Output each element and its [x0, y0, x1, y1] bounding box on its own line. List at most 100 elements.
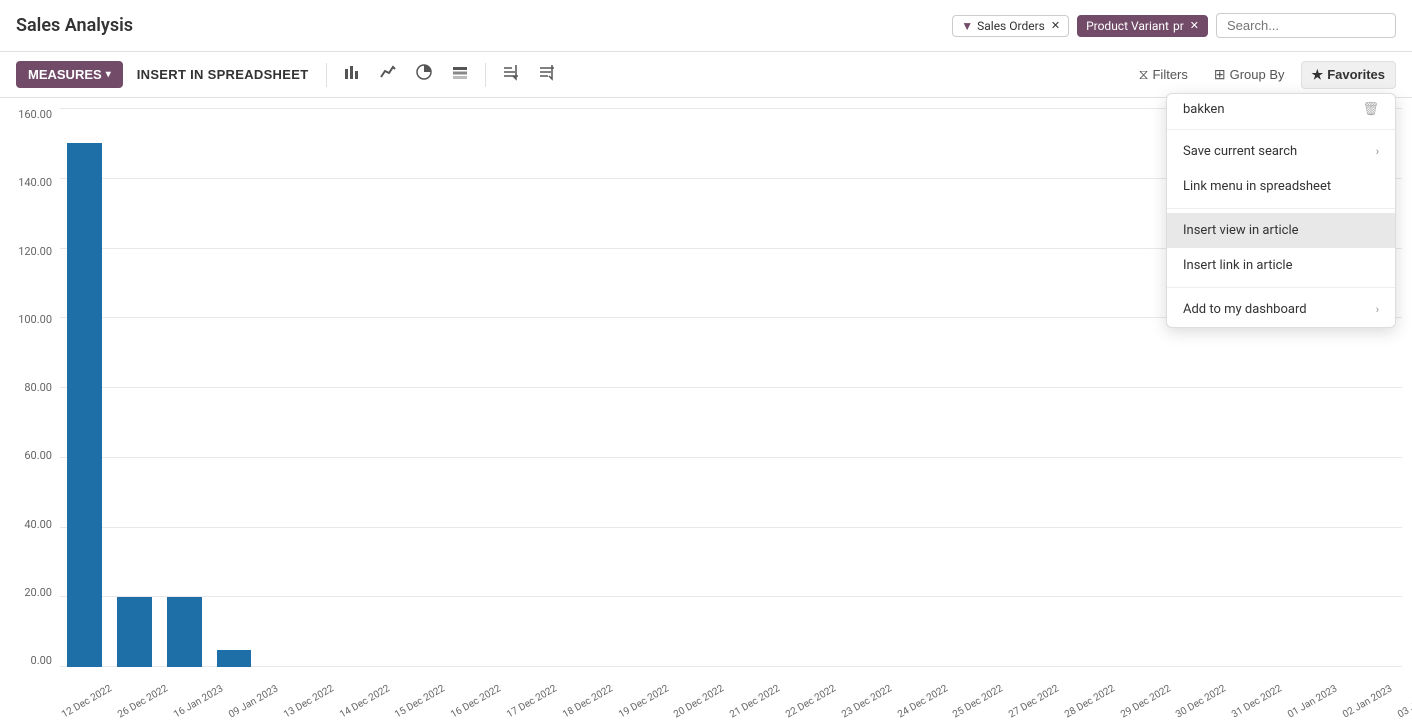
x-axis-label: 12 Dec 2022 [60, 683, 114, 720]
group-by-icon: ⊞ [1214, 66, 1226, 83]
bar[interactable] [117, 597, 152, 667]
insert-link-article-item[interactable]: Insert link in article [1167, 248, 1395, 283]
measures-button[interactable]: MEASURES ▾ [16, 61, 123, 88]
x-axis-label: 18 Dec 2022 [561, 683, 615, 720]
link-menu-spreadsheet-item[interactable]: Link menu in spreadsheet [1167, 169, 1395, 204]
insert-label: INSERT IN SPREADSHEET [137, 67, 309, 82]
bar-slot [607, 108, 657, 667]
stack-chart-button[interactable] [445, 59, 475, 90]
bar-slot [1054, 108, 1104, 667]
bar-slot [259, 108, 309, 667]
bar-slot [656, 108, 706, 667]
x-axis-label: 16 Jan 2023 [172, 683, 225, 720]
bar[interactable] [67, 143, 102, 667]
pie-chart-icon [415, 63, 433, 86]
bar-slot [1104, 108, 1154, 667]
bar-slot [955, 108, 1005, 667]
x-axis-label: 17 Dec 2022 [505, 683, 559, 720]
measures-label: MEASURES [28, 67, 102, 82]
toolbar: MEASURES ▾ INSERT IN SPREADSHEET [0, 52, 1412, 98]
bar-slot [507, 108, 557, 667]
toolbar-right: ⧖ Filters ⊞ Group By ★ Favorites bakken … [1129, 61, 1396, 89]
x-axis-label: 22 Dec 2022 [784, 683, 838, 720]
favorites-button[interactable]: ★ Favorites [1301, 61, 1396, 89]
x-axis-label: 02 Jan 2023 [1341, 683, 1394, 720]
x-axis-label: 20 Dec 2022 [672, 683, 726, 720]
line-chart-button[interactable] [373, 59, 403, 90]
bar-slot [458, 108, 508, 667]
sort-descending-button[interactable] [532, 59, 562, 90]
bar-slot [309, 108, 359, 667]
bar[interactable] [167, 597, 202, 667]
insert-view-article-label: Insert view in article [1183, 223, 1299, 238]
bar-chart-button[interactable] [337, 59, 367, 90]
filter-chip-close-sales-orders[interactable]: ✕ [1051, 19, 1060, 32]
sort-descending-icon [538, 63, 556, 86]
filter-chip-product-variant[interactable]: Product Variant pr ✕ [1077, 15, 1208, 37]
add-dashboard-item[interactable]: Add to my dashboard › [1167, 292, 1395, 327]
y-axis-label: 120.00 [18, 245, 52, 258]
filter-chip-label: Sales Orders [977, 19, 1045, 33]
bar-slot [358, 108, 408, 667]
y-axis: 160.00140.00120.00100.0080.0060.0040.002… [0, 108, 58, 667]
bar-slot [557, 108, 607, 667]
x-axis-label: 31 Dec 2022 [1230, 683, 1284, 720]
header: Sales Analysis ▼ Sales Orders ✕ Product … [0, 0, 1412, 52]
y-axis-label: 80.00 [24, 381, 52, 394]
filter-icon: ▼ [961, 19, 973, 33]
product-variant-label: Product Variant [1086, 19, 1169, 33]
star-icon: ★ [1312, 67, 1324, 83]
y-axis-label: 140.00 [18, 176, 52, 189]
save-current-search-chevron-icon: › [1376, 145, 1379, 158]
save-current-search-label: Save current search [1183, 144, 1297, 159]
add-dashboard-label: Add to my dashboard [1183, 302, 1307, 317]
x-axis-label: 29 Dec 2022 [1119, 683, 1173, 720]
x-axis-label: 25 Dec 2022 [951, 683, 1005, 720]
x-axis-label: 19 Dec 2022 [617, 683, 671, 720]
x-axis-label: 26 Dec 2022 [116, 683, 170, 720]
y-axis-label: 160.00 [18, 108, 52, 121]
group-by-button[interactable]: ⊞ Group By [1204, 61, 1295, 88]
saved-search-label: bakken [1183, 102, 1225, 117]
bar-slot [905, 108, 955, 667]
bar-slot [706, 108, 756, 667]
saved-search-item[interactable]: bakken 🗑 [1167, 94, 1395, 125]
y-axis-label: 20.00 [24, 586, 52, 599]
x-axis-label: 13 Dec 2022 [282, 683, 336, 720]
sort-ascending-button[interactable] [496, 59, 526, 90]
favorites-label: Favorites [1327, 67, 1385, 82]
x-axis-label: 15 Dec 2022 [393, 683, 447, 720]
x-axis-label: 01 Jan 2023 [1286, 683, 1339, 720]
x-axis-label: 24 Dec 2022 [896, 683, 950, 720]
sort-ascending-icon [502, 63, 520, 86]
y-axis-label: 40.00 [24, 518, 52, 531]
add-dashboard-chevron-icon: › [1376, 303, 1379, 316]
filters-button[interactable]: ⧖ Filters [1129, 61, 1198, 88]
product-variant-value: pr [1173, 19, 1184, 33]
bar-slot [1004, 108, 1054, 667]
insert-view-article-item[interactable]: Insert view in article [1167, 213, 1395, 248]
bar-slot [60, 108, 110, 667]
dropdown-divider-3 [1167, 287, 1395, 288]
bar-slot [408, 108, 458, 667]
bar-slot [855, 108, 905, 667]
dropdown-divider-2 [1167, 208, 1395, 209]
line-chart-icon [379, 63, 397, 86]
group-by-label: Group By [1230, 67, 1285, 82]
x-axis-label: 21 Dec 2022 [728, 683, 782, 720]
bar[interactable] [217, 650, 252, 667]
bar-slot [806, 108, 856, 667]
measures-arrow-icon: ▾ [106, 69, 111, 80]
pie-chart-button[interactable] [409, 59, 439, 90]
filter-chip-close-product-variant[interactable]: ✕ [1190, 19, 1199, 32]
separator-1 [326, 63, 327, 87]
search-input[interactable] [1216, 13, 1396, 38]
x-axis-label: 23 Dec 2022 [840, 683, 894, 720]
delete-saved-search-icon[interactable]: 🗑 [1362, 102, 1379, 117]
filters-label: Filters [1152, 67, 1187, 82]
insert-spreadsheet-button[interactable]: INSERT IN SPREADSHEET [129, 61, 317, 88]
filter-chip-sales-orders[interactable]: ▼ Sales Orders ✕ [952, 15, 1069, 37]
x-axis: 12 Dec 202226 Dec 202216 Jan 202309 Jan … [60, 711, 1402, 722]
save-current-search-item[interactable]: Save current search › [1167, 134, 1395, 169]
y-axis-label: 100.00 [18, 313, 52, 326]
